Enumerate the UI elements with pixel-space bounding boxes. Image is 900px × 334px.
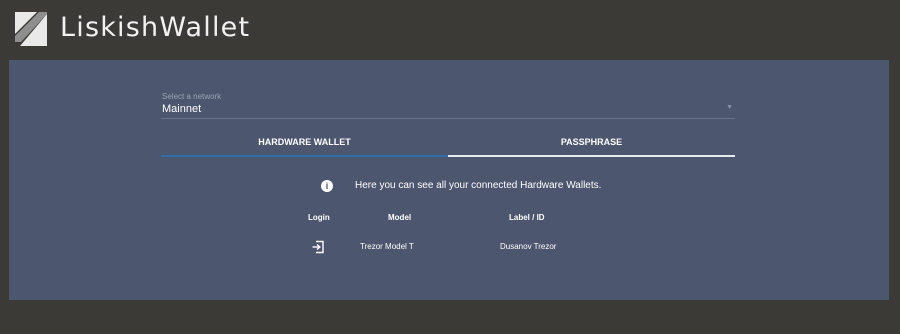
login-icon[interactable]	[311, 240, 325, 254]
tab-passphrase[interactable]: PASSPHRASE	[448, 130, 735, 157]
column-header-label: Label / ID	[509, 213, 545, 222]
wallet-logo-icon	[15, 12, 47, 46]
app-title: LiskishWallet	[60, 12, 251, 43]
info-icon: i	[321, 180, 333, 192]
column-header-login: Login	[308, 213, 330, 222]
network-select-label: Select a network	[162, 92, 222, 101]
info-text: Here you can see all your connected Hard…	[355, 180, 602, 191]
row-model: Trezor Model T	[360, 242, 414, 251]
chevron-down-icon: ▼	[726, 104, 733, 111]
tab-hardware-wallet[interactable]: HARDWARE WALLET	[161, 130, 448, 157]
row-label: Dusanov Trezor	[500, 242, 557, 251]
network-select-value: Mainnet	[162, 103, 202, 115]
main-panel: Select a network Mainnet ▼ HARDWARE WALL…	[9, 60, 889, 300]
login-tabs: HARDWARE WALLET PASSPHRASE	[161, 130, 735, 157]
network-select[interactable]: Select a network Mainnet ▼	[161, 90, 735, 119]
column-header-model: Model	[388, 213, 412, 222]
app-header: LiskishWallet	[0, 0, 900, 60]
